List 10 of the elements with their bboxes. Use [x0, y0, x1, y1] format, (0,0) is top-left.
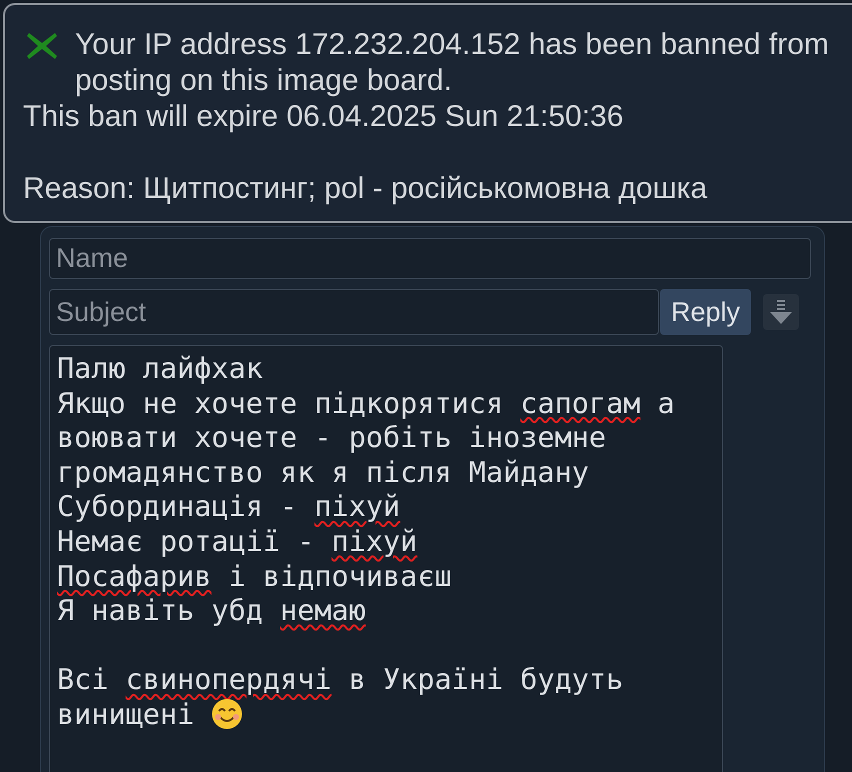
ban-message: Your IP address 172.232.204.152 has been banned from posting on this image board. — [75, 27, 830, 99]
scroll-down-icon[interactable] — [763, 294, 799, 330]
cross-icon — [25, 30, 59, 62]
name-field[interactable]: Name — [49, 238, 811, 279]
message-field[interactable]: Палю лайфхак Якщо не хочете підкорятися сапогам а воювати хочете - робіть іноземне громадянство як я після Майдану Субординація - піхуй Немає ротації - піхуй Посафарив і відпочиваєш Я навіть убд немаю Всі свинопердячі в Україні будуть винищені — [49, 345, 723, 772]
reply-button[interactable]: Reply — [660, 289, 751, 335]
smiling-face-icon — [211, 698, 244, 730]
ban-reason: Reason: Щитпостинг; pol - російськомовна дошка — [23, 171, 708, 207]
subject-field[interactable]: Subject — [49, 289, 659, 335]
ban-expiry: This ban will expire 06.04.2025 Sun 21:50:36 — [23, 99, 624, 135]
